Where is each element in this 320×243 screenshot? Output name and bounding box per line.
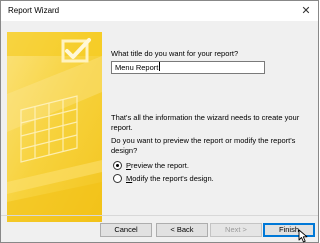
modify-radio[interactable] (113, 173, 122, 183)
preview-report-option[interactable]: Preview the report. (113, 160, 189, 170)
wizard-info-text: That's all the information the wizard ne… (111, 113, 300, 132)
next-button[interactable]: Next > (210, 223, 262, 237)
wizard-body: What title do you want for your report? … (1, 21, 318, 222)
preview-radio[interactable] (113, 160, 122, 170)
dialog-title: Report Wizard (8, 6, 60, 15)
report-wizard-art-icon (7, 32, 102, 222)
mouse-pointer-icon (298, 229, 308, 243)
footer-separator (1, 215, 318, 216)
close-button[interactable]: ✕ (299, 4, 313, 18)
modify-radio-label: Modify the report's design. (126, 173, 214, 183)
text-caret (159, 62, 161, 71)
back-button[interactable]: < Back (156, 223, 208, 237)
preview-question-label: Do you want to preview the report or mod… (111, 136, 296, 155)
title-bar: Report Wizard ✕ (1, 1, 318, 21)
modify-design-option[interactable]: Modify the report's design. (113, 173, 214, 183)
report-title-input[interactable]: Menu Report (111, 61, 265, 74)
report-title-value: Menu Report (115, 63, 159, 72)
preview-radio-label: Preview the report. (126, 160, 189, 170)
report-wizard-dialog: Report Wizard ✕ What title do you want f… (0, 0, 319, 243)
title-question-label: What title do you want for your report? (111, 49, 239, 58)
cancel-button[interactable]: Cancel (100, 223, 152, 237)
